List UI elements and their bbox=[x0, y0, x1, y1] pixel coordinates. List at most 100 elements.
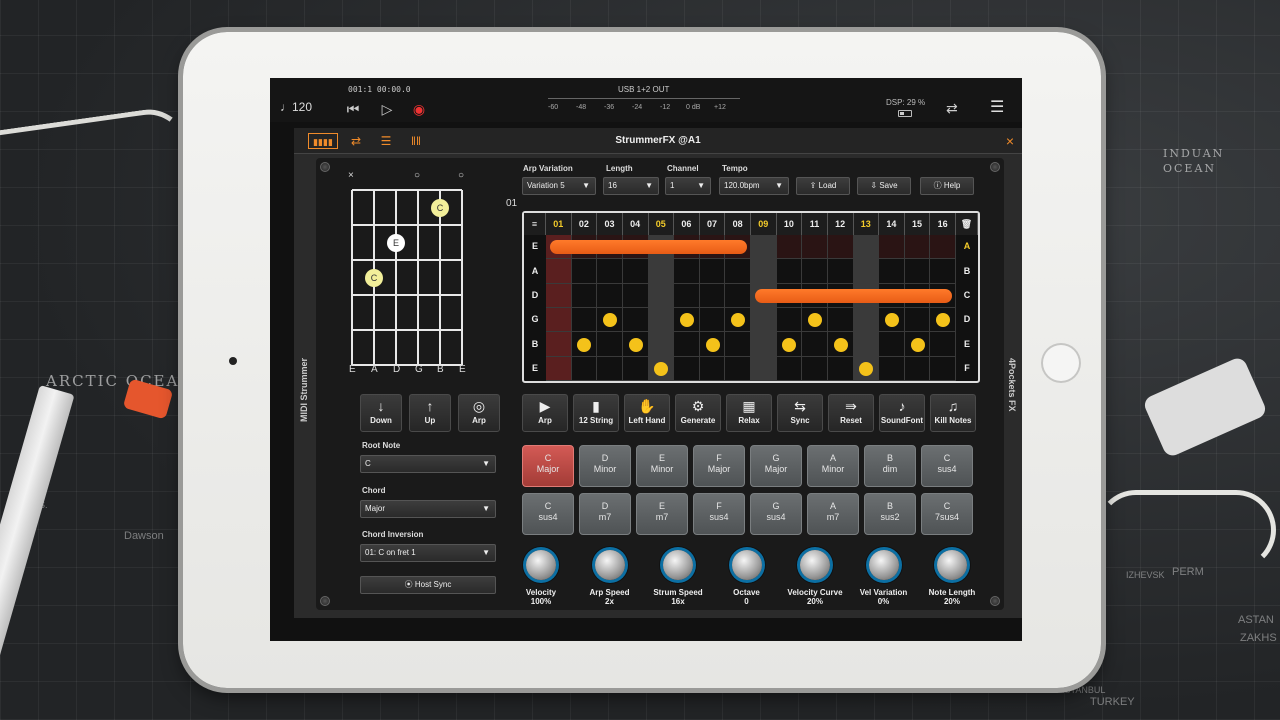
grid-cell[interactable] bbox=[622, 308, 649, 333]
grid-cell[interactable] bbox=[674, 332, 700, 357]
grid-cell[interactable] bbox=[827, 308, 854, 333]
step-header[interactable]: 10 bbox=[776, 213, 803, 235]
grid-cell[interactable] bbox=[802, 332, 828, 357]
grid-cell[interactable] bbox=[725, 259, 751, 284]
grid-cell[interactable] bbox=[776, 356, 803, 381]
rewind-icon[interactable]: ⏮ bbox=[344, 100, 362, 118]
finger-dot[interactable]: E bbox=[387, 233, 405, 252]
arp-variation-select[interactable]: Variation 5 bbox=[522, 177, 596, 195]
close-icon[interactable]: × bbox=[1006, 133, 1014, 149]
chord-pad[interactable]: A Minor bbox=[807, 445, 859, 487]
step-header[interactable]: 13 bbox=[853, 213, 880, 235]
chord-pad[interactable]: Dm7 bbox=[579, 493, 631, 535]
tool-button-generate[interactable]: ⚙ Generate bbox=[675, 394, 721, 432]
grid-cell[interactable] bbox=[725, 356, 751, 381]
finger-dot[interactable]: C bbox=[431, 198, 449, 217]
tempo-select[interactable]: 120.0bpm bbox=[719, 177, 789, 195]
channel-select[interactable]: 1 bbox=[665, 177, 711, 195]
grid-cell[interactable] bbox=[571, 259, 598, 284]
grid-cell[interactable] bbox=[699, 283, 726, 308]
grid-cell[interactable] bbox=[879, 356, 905, 381]
note-dot[interactable] bbox=[782, 337, 797, 352]
left-button-up[interactable]: ↑ Up bbox=[409, 394, 451, 432]
grid-cell[interactable] bbox=[546, 332, 572, 357]
step-header[interactable]: 11 bbox=[802, 213, 828, 235]
grid-cell[interactable] bbox=[827, 259, 854, 284]
chord-pad[interactable]: Am7 bbox=[807, 493, 859, 535]
home-button[interactable] bbox=[1041, 343, 1081, 383]
step-header[interactable]: 15 bbox=[904, 213, 931, 235]
left-button-arp[interactable]: ◎ Arp bbox=[458, 394, 500, 432]
grid-cell[interactable] bbox=[776, 235, 803, 260]
grid-cell[interactable] bbox=[699, 308, 726, 333]
tool-button-kill-notes[interactable]: ♫ Kill Notes bbox=[930, 394, 976, 432]
save-button[interactable]: ⇩ Save bbox=[857, 177, 911, 195]
grid-cell[interactable] bbox=[571, 356, 598, 381]
grid-cell[interactable] bbox=[648, 283, 675, 308]
trash-icon[interactable]: 🗑 bbox=[956, 213, 978, 235]
chord-pad[interactable]: C Major bbox=[522, 445, 574, 487]
grid-cell[interactable] bbox=[853, 259, 880, 284]
step-header[interactable]: 16 bbox=[930, 213, 956, 235]
chord-pad[interactable]: F Major bbox=[693, 445, 745, 487]
grid-cell[interactable] bbox=[802, 356, 828, 381]
root-note-select[interactable]: C bbox=[360, 455, 496, 473]
sequencer-grid[interactable]: ≡ 01 02 03 04 05 06 07 08 09 10 11 12 13 14 15 16 🗑 E A A B D C… bbox=[522, 211, 980, 383]
grid-cell[interactable] bbox=[904, 259, 931, 284]
step-header[interactable]: 03 bbox=[597, 213, 623, 235]
grid-cell[interactable] bbox=[879, 332, 905, 357]
chord-pad[interactable]: E Minor bbox=[636, 445, 688, 487]
knob-velocity-curve[interactable] bbox=[800, 550, 830, 580]
step-header[interactable]: 14 bbox=[879, 213, 905, 235]
chord-pad[interactable]: Csus4 bbox=[921, 445, 973, 487]
grid-cell[interactable] bbox=[853, 332, 880, 357]
chord-pad[interactable]: D Minor bbox=[579, 445, 631, 487]
grid-cell[interactable] bbox=[571, 308, 598, 333]
chord-pad[interactable]: Bdim bbox=[864, 445, 916, 487]
grid-cell[interactable] bbox=[546, 259, 572, 284]
length-select[interactable]: 16 bbox=[603, 177, 659, 195]
grid-cell[interactable] bbox=[571, 283, 598, 308]
chord-pad[interactable]: Em7 bbox=[636, 493, 688, 535]
grid-cell[interactable] bbox=[725, 283, 751, 308]
load-button[interactable]: ⇪ Load bbox=[796, 177, 850, 195]
chord-pad[interactable]: C 7sus4 bbox=[921, 493, 973, 535]
tempo-display[interactable]: ♩120 bbox=[280, 100, 312, 114]
record-icon[interactable]: ◉ bbox=[410, 100, 428, 118]
knob-vel-variation[interactable] bbox=[868, 550, 899, 580]
host-sync-button[interactable]: ⦿ Host Sync bbox=[360, 576, 496, 594]
grid-cell[interactable] bbox=[648, 332, 675, 357]
grid-cell[interactable] bbox=[879, 259, 905, 284]
grid-cell[interactable] bbox=[725, 332, 751, 357]
grid-cell[interactable] bbox=[827, 235, 854, 260]
grid-cell[interactable] bbox=[751, 332, 777, 357]
grid-cell[interactable] bbox=[751, 356, 777, 381]
knob-velocity[interactable] bbox=[526, 550, 556, 580]
grid-cell[interactable] bbox=[597, 356, 623, 381]
grid-cell[interactable] bbox=[597, 259, 623, 284]
note-dot[interactable] bbox=[705, 337, 720, 352]
tool-button-12-string[interactable]: ▮ 12 String bbox=[573, 394, 619, 432]
finger-dot[interactable]: C bbox=[365, 268, 383, 287]
grid-cell[interactable] bbox=[751, 308, 777, 333]
routing-icon[interactable]: ⇄ bbox=[946, 100, 966, 118]
note-bar[interactable] bbox=[755, 288, 952, 303]
grid-cell[interactable] bbox=[546, 356, 572, 381]
grid-cell[interactable] bbox=[827, 356, 854, 381]
grid-cell[interactable] bbox=[674, 259, 700, 284]
help-button[interactable]: ⓘ Help bbox=[920, 177, 974, 195]
note-dot[interactable] bbox=[679, 313, 694, 328]
step-header[interactable]: 08 bbox=[725, 213, 751, 235]
grid-cell[interactable] bbox=[674, 356, 700, 381]
grid-cell[interactable] bbox=[699, 259, 726, 284]
grid-cell[interactable] bbox=[648, 259, 675, 284]
grid-cell[interactable] bbox=[597, 283, 623, 308]
grid-cell[interactable] bbox=[853, 235, 880, 260]
grid-cell[interactable] bbox=[674, 283, 700, 308]
step-header[interactable]: 01 bbox=[546, 213, 572, 235]
grid-menu-icon[interactable]: ≡ bbox=[524, 213, 546, 235]
tool-button-arp[interactable]: ▶ Arp bbox=[522, 394, 568, 432]
knob-strum-speed[interactable] bbox=[663, 550, 693, 580]
grid-cell[interactable] bbox=[622, 283, 649, 308]
knob-octave[interactable] bbox=[731, 550, 762, 580]
